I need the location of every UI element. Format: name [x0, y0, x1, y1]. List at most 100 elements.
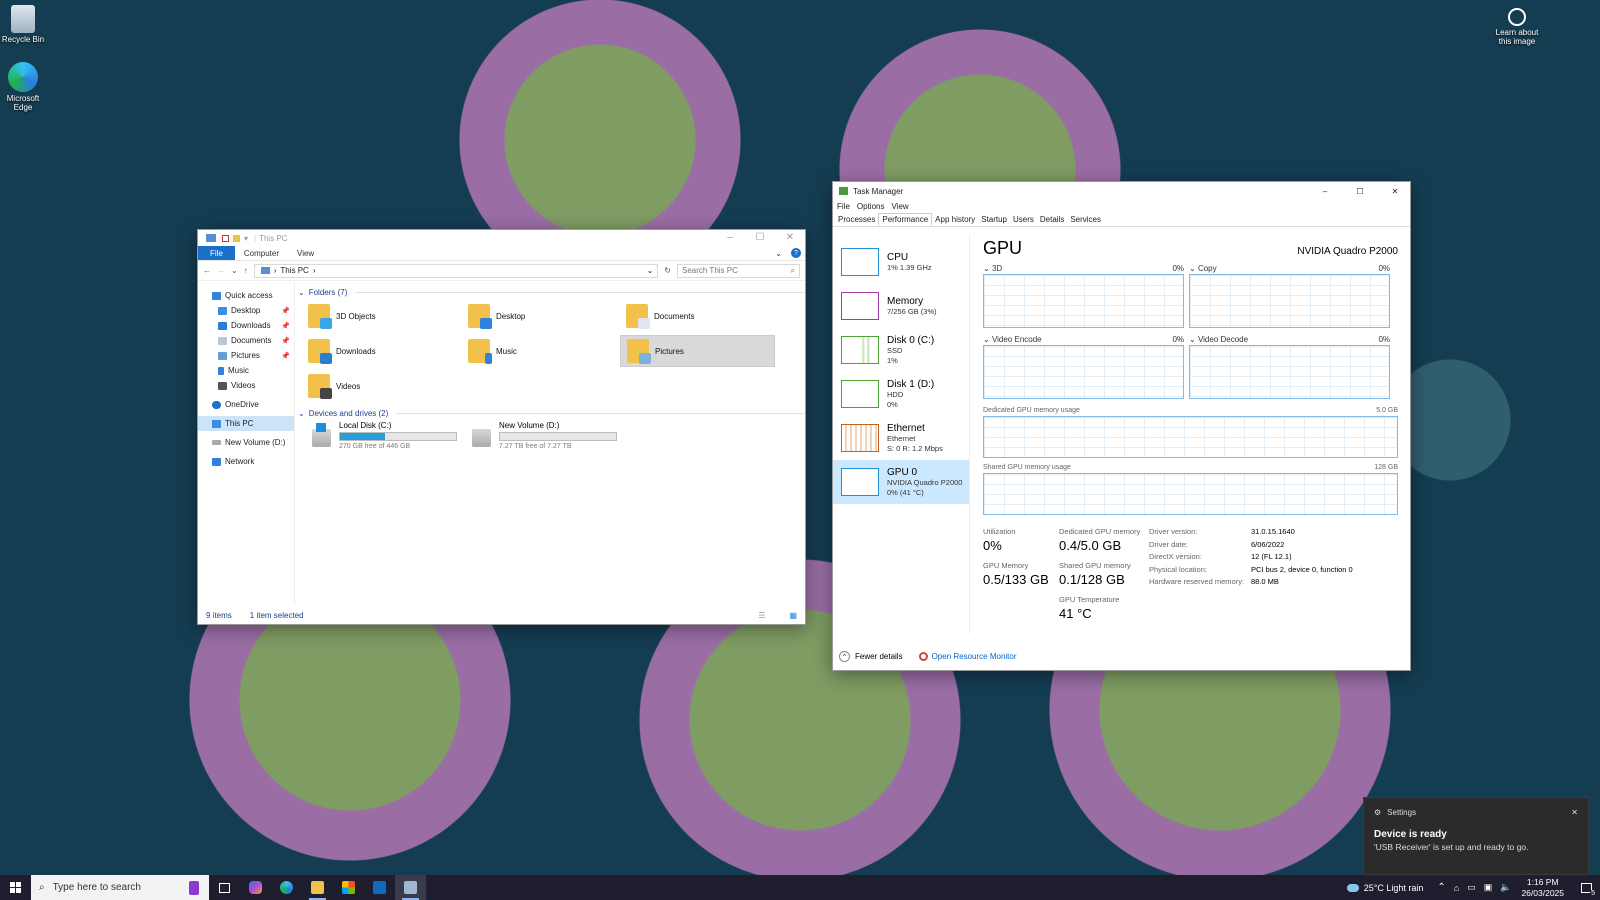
drives-group-header[interactable]: ⌄ Devices and drives (2): [298, 406, 805, 420]
tab-file[interactable]: File: [198, 246, 235, 260]
tab-details[interactable]: Details: [1037, 213, 1067, 226]
address-dropdown-icon[interactable]: ⌄: [647, 266, 654, 275]
nav-videos[interactable]: Videos: [198, 378, 294, 393]
store-taskbar-button[interactable]: [333, 875, 364, 900]
menu-file[interactable]: File: [837, 202, 850, 211]
folder-pictures[interactable]: Pictures: [620, 335, 775, 367]
recent-dropdown-icon[interactable]: ⌄: [231, 266, 238, 275]
folder-videos[interactable]: Videos: [302, 370, 457, 402]
search-icon: ⌕: [39, 882, 45, 893]
address-bar[interactable]: › This PC › ⌄: [253, 263, 659, 278]
nav-new-volume[interactable]: New Volume (D:): [198, 435, 294, 450]
tab-services[interactable]: Services: [1067, 213, 1104, 226]
file-explorer-taskbar-button[interactable]: [302, 875, 333, 900]
tab-computer[interactable]: Computer: [235, 246, 288, 260]
perf-item-memory[interactable]: Memory 7/256 GB (3%): [833, 284, 969, 328]
desktop-icon-recycle-bin[interactable]: Recycle Bin: [0, 5, 46, 44]
breadcrumb-chevron-icon[interactable]: ›: [313, 266, 316, 275]
nav-music[interactable]: Music: [198, 363, 294, 378]
tab-processes[interactable]: Processes: [835, 213, 878, 226]
forward-arrow-icon[interactable]: →: [217, 266, 225, 275]
tab-users[interactable]: Users: [1010, 213, 1037, 226]
menu-options[interactable]: Options: [857, 202, 885, 211]
breadcrumb-chevron-icon[interactable]: ›: [274, 266, 277, 275]
expand-ribbon-icon[interactable]: ⌄: [766, 246, 791, 260]
breadcrumb[interactable]: This PC: [280, 266, 308, 275]
usb-icon[interactable]: ⌂: [1454, 883, 1459, 893]
store-icon: [342, 881, 355, 894]
copilot-button[interactable]: [240, 875, 271, 900]
tab-performance[interactable]: Performance: [878, 213, 933, 226]
perf-item-disk-0[interactable]: Disk 0 (C:) SSD 1%: [833, 328, 969, 372]
save-icon[interactable]: [222, 234, 229, 242]
folder-music[interactable]: Music: [462, 335, 617, 367]
network-icon[interactable]: ▣: [1484, 882, 1493, 893]
fewer-details-button[interactable]: ^ Fewer details: [839, 651, 903, 662]
clock[interactable]: 1:16 PM 26/03/2025: [1521, 877, 1564, 899]
minimize-icon[interactable]: –: [715, 232, 745, 243]
graph-title-copy[interactable]: ⌄ Copy: [1189, 264, 1217, 273]
task-view-button[interactable]: [209, 875, 240, 900]
search-input[interactable]: Search This PC ⌕: [677, 263, 800, 278]
nav-documents[interactable]: Documents 📌: [198, 333, 294, 348]
help-icon[interactable]: ?: [791, 248, 801, 258]
qat-dropdown-icon[interactable]: ▾: [244, 234, 248, 243]
task-manager-taskbar-button[interactable]: [395, 875, 426, 900]
large-icons-view-icon[interactable]: ▦: [789, 611, 797, 620]
notification-center-button[interactable]: 5: [1576, 875, 1596, 900]
nav-desktop[interactable]: Desktop 📌: [198, 303, 294, 318]
nav-quick-access[interactable]: Quick access: [198, 288, 294, 303]
up-arrow-icon[interactable]: ↑: [244, 266, 248, 275]
tab-app-history[interactable]: App history: [932, 213, 978, 226]
weather-widget[interactable]: 25°C Light rain: [1346, 883, 1423, 893]
open-resource-monitor-link[interactable]: Open Resource Monitor: [918, 652, 1017, 661]
close-icon[interactable]: ✕: [1571, 808, 1578, 817]
learn-about-image[interactable]: Learn about this image: [1492, 8, 1542, 46]
taskmgr-titlebar[interactable]: Task Manager – ☐ ✕: [833, 182, 1410, 200]
folder-downloads[interactable]: Downloads: [302, 335, 457, 367]
edge-taskbar-button[interactable]: [271, 875, 302, 900]
perf-item-ethernet[interactable]: Ethernet Ethernet S: 0 R: 1.2 Mbps: [833, 416, 969, 460]
folder-desktop[interactable]: Desktop: [462, 300, 617, 332]
outlook-taskbar-button[interactable]: [364, 875, 395, 900]
graph-title-video-encode[interactable]: ⌄ Video Encode: [983, 335, 1042, 344]
perf-item-cpu[interactable]: CPU 1% 1.39 GHz: [833, 240, 969, 284]
drive-c[interactable]: Local Disk (C:) 270 GB free of 446 GB: [302, 421, 457, 457]
desktop-icon-edge[interactable]: Microsoft Edge: [0, 62, 46, 112]
nav-onedrive[interactable]: OneDrive: [198, 397, 294, 412]
back-arrow-icon[interactable]: ←: [203, 266, 211, 275]
nav-label: This PC: [225, 419, 254, 428]
perf-item-gpu-0[interactable]: GPU 0 NVIDIA Quadro P2000 0% (41 °C): [833, 460, 969, 504]
new-folder-icon[interactable]: [233, 234, 240, 242]
nav-pictures[interactable]: Pictures 📌: [198, 348, 294, 363]
notification-toast[interactable]: ⚙ Settings ✕ Device is ready 'USB Receiv…: [1363, 797, 1589, 875]
tab-view[interactable]: View: [288, 246, 323, 260]
battery-icon[interactable]: ▭: [1467, 882, 1476, 893]
nav-network[interactable]: Network: [198, 454, 294, 469]
volume-icon[interactable]: 🔈: [1500, 882, 1511, 893]
nav-downloads[interactable]: Downloads 📌: [198, 318, 294, 333]
chevron-up-icon[interactable]: ⌃: [1437, 882, 1445, 893]
folders-group-header[interactable]: ⌄ Folders (7): [298, 285, 805, 299]
details-view-icon[interactable]: ☰: [758, 611, 765, 620]
refresh-icon[interactable]: ↻: [664, 266, 671, 275]
toast-body: 'USB Receiver' is set up and ready to go…: [1374, 842, 1529, 852]
taskbar-search-box[interactable]: ⌕ Type here to search: [31, 875, 209, 900]
folder-documents[interactable]: Documents: [620, 300, 775, 332]
close-icon[interactable]: ✕: [775, 232, 805, 243]
graph-title-3d[interactable]: ⌄ 3D: [983, 264, 1002, 273]
nav-this-pc[interactable]: This PC: [198, 416, 294, 431]
minimize-icon[interactable]: –: [1310, 187, 1340, 196]
drive-d[interactable]: New Volume (D:) 7.27 TB free of 7.27 TB: [462, 421, 617, 457]
tab-startup[interactable]: Startup: [978, 213, 1010, 226]
perf-item-disk-1[interactable]: Disk 1 (D:) HDD 0%: [833, 372, 969, 416]
menu-view[interactable]: View: [891, 202, 908, 211]
close-icon[interactable]: ✕: [1380, 187, 1410, 196]
graph-title-video-decode[interactable]: ⌄ Video Decode: [1189, 335, 1248, 344]
maximize-icon[interactable]: ☐: [1345, 187, 1375, 196]
start-button[interactable]: [0, 875, 31, 900]
memory-thumbnail-graph: [841, 292, 879, 320]
maximize-icon[interactable]: ☐: [745, 232, 775, 243]
explorer-titlebar[interactable]: ▾ | This PC: [198, 230, 805, 246]
folder-3d-objects[interactable]: 3D Objects: [302, 300, 457, 332]
